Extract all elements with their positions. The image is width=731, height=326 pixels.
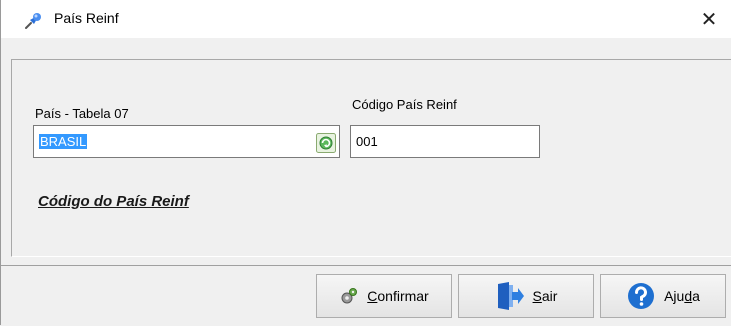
refresh-icon[interactable] [316,133,336,153]
form-panel [11,59,731,257]
country-value: BRASIL [39,134,88,149]
gears-icon [341,288,358,304]
pais-reinf-window: País Reinf ✕ País - Tabela 07 BRASIL Cód… [0,0,731,326]
help-icon [628,283,655,309]
code-value: 001 [356,134,378,149]
country-label: País - Tabela 07 [35,106,129,121]
title-bar: País Reinf ✕ [1,0,731,38]
close-icon: ✕ [700,8,718,31]
exit-door-icon [497,282,524,310]
close-button[interactable]: ✕ [686,0,731,38]
code-country-link[interactable]: Código do País Reinf [38,193,189,210]
pushpin-icon [25,13,41,29]
help-button[interactable]: Ajuda [600,274,726,318]
confirm-button[interactable]: Confirmar [316,274,452,318]
code-label: Código País Reinf [352,97,457,112]
window-title: País Reinf [54,10,119,26]
country-field[interactable]: BRASIL [33,125,340,158]
code-field[interactable]: 001 [350,125,540,158]
exit-button[interactable]: Sair [458,274,594,318]
